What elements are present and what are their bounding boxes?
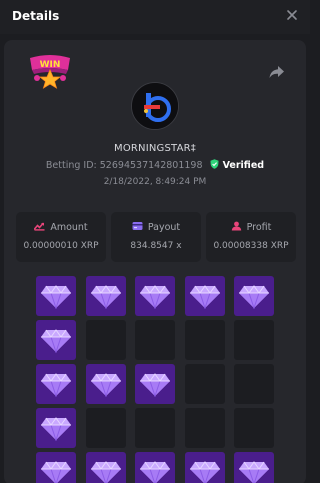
betting-id-label: Betting ID: (45, 160, 97, 171)
gem-tile (135, 452, 175, 483)
empty-tile (135, 408, 175, 448)
diamond-icon (41, 461, 71, 483)
diamond-icon (140, 373, 170, 397)
gem-tile (184, 276, 225, 316)
empty-tile (234, 320, 274, 360)
empty-tile (184, 364, 225, 404)
betting-id-row: Betting ID: 5269453714280119​8 Verified (4, 159, 306, 171)
stat-payout-label: Payout (147, 222, 181, 233)
gem-tile (135, 276, 175, 316)
empty-tile (234, 408, 274, 448)
gem-tile (36, 320, 76, 360)
diamond-icon (239, 285, 269, 309)
empty-tile (135, 320, 175, 360)
gem-tile (85, 452, 126, 483)
empty-tile (184, 408, 225, 448)
avatar-logo-icon (132, 83, 178, 129)
win-badge-icon: WIN (30, 55, 70, 89)
stat-payout: Payout 834.8547 x (111, 212, 201, 262)
stat-amount: Amount 0.00000010 XRP (16, 212, 106, 262)
payout-icon (132, 222, 143, 230)
stat-amount-value: 0.00000010 XRP (23, 241, 99, 251)
gem-tile (85, 364, 126, 404)
stat-payout-value: 834.8547 x (130, 241, 182, 251)
diamond-icon (41, 329, 71, 353)
diamond-icon (90, 461, 121, 483)
diamond-icon (189, 285, 220, 309)
stat-profit-label: Profit (246, 222, 272, 233)
stat-profit-value: 0.00008338 XRP (213, 241, 289, 251)
betting-id-value[interactable]: 5269453714280119​8 (100, 160, 203, 171)
empty-tile (234, 364, 274, 404)
win-badge-text: WIN (40, 60, 61, 70)
empty-tile (85, 408, 126, 448)
dialog-title: Details (12, 9, 60, 23)
close-icon[interactable] (284, 7, 300, 23)
diamond-icon (239, 461, 269, 483)
avatar (131, 82, 179, 130)
bet-details-panel: WIN MORNINGSTAR‡ Betting ID: 52694537142… (4, 40, 306, 483)
gem-tile (234, 276, 274, 316)
amount-icon (34, 222, 45, 231)
diamond-icon (140, 461, 170, 483)
gem-tile (36, 276, 76, 316)
verified-label: Verified (222, 160, 265, 171)
gem-tile (85, 276, 126, 316)
stat-profit: Profit 0.00008338 XRP (206, 212, 296, 262)
diamond-icon (41, 417, 71, 441)
diamond-icon (90, 285, 121, 309)
stats-row: Amount 0.00000010 XRP Payout 834.8547 x … (16, 212, 296, 262)
gem-tile (184, 452, 225, 483)
gem-tile (234, 452, 274, 483)
empty-tile (184, 320, 225, 360)
player-username: MORNINGSTAR‡ (114, 143, 196, 154)
empty-tile (85, 320, 126, 360)
gem-tile (36, 364, 76, 404)
diamond-icon (90, 373, 121, 397)
gem-tile (135, 364, 175, 404)
share-icon[interactable] (268, 64, 286, 80)
verified-shield-icon (210, 159, 219, 169)
stat-amount-label: Amount (50, 222, 88, 233)
diamond-icon (41, 373, 71, 397)
gem-tile (36, 408, 76, 448)
diamond-icon (189, 461, 220, 483)
diamond-icon (41, 285, 71, 309)
profit-icon (231, 221, 241, 231)
bet-date: 2/18/2022, 8:49:24 PM (103, 177, 207, 187)
dialog-header: Details (0, 0, 310, 34)
gem-tile (36, 452, 76, 483)
diamond-icon (140, 285, 170, 309)
